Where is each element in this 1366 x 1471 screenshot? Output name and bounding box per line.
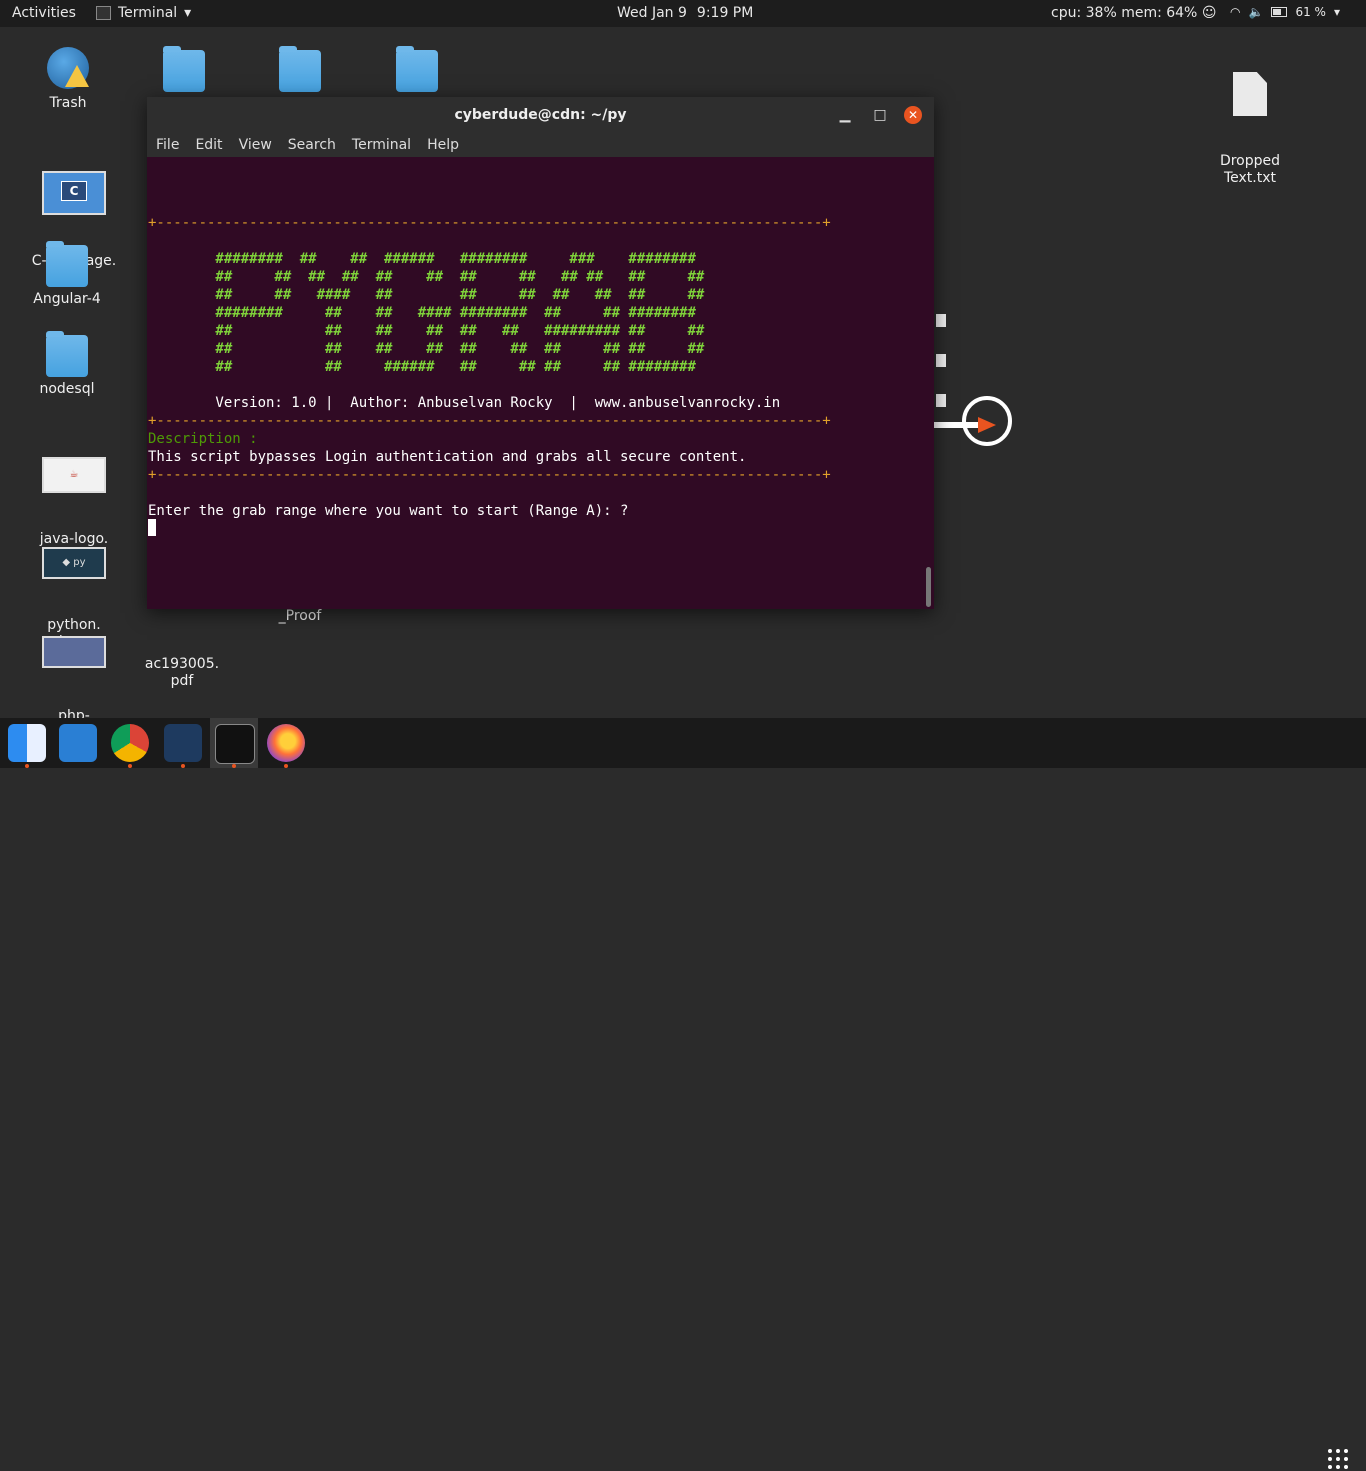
- folder-icon: [279, 46, 321, 92]
- running-indicator: [181, 764, 185, 768]
- folder-icon: [396, 46, 438, 92]
- window-titlebar[interactable]: cyberdude@cdn: ~/py ▁ □ ✕: [147, 97, 934, 133]
- banner-line: ## ## #### ## ## ## ## ## ## ##: [148, 287, 705, 303]
- input-prompt: Enter the grab range where you want to s…: [148, 503, 629, 519]
- time-text: 9:19 PM: [696, 5, 754, 21]
- php-logo-icon: [42, 636, 106, 668]
- chrome-icon[interactable]: [111, 724, 149, 762]
- desktop-icon-angular[interactable]: Angular-4: [30, 241, 104, 308]
- image-thumbnail-icon: C: [42, 171, 106, 215]
- running-indicator: [284, 764, 288, 768]
- firefox-icon[interactable]: [267, 724, 305, 762]
- desktop-icon-label: Angular-4: [33, 291, 101, 307]
- system-monitor[interactable]: cpu: 38% mem: 64% ☺: [1051, 5, 1216, 21]
- desktop-icon-dropped-text[interactable]: Dropped Text.txt: [1210, 38, 1290, 204]
- desktop-icon-label: Trash: [49, 95, 87, 111]
- battery-icon: [1271, 7, 1288, 17]
- top-bar: Activities Terminal ▾ Wed Jan 9 9:19 PM c…: [0, 0, 1366, 27]
- python-logo-icon: ◆ py: [42, 547, 106, 579]
- window-menubar: File Edit View Search Terminal Help: [147, 133, 934, 157]
- terminal-icon: [96, 6, 111, 20]
- chevron-down-icon: ▾: [1333, 5, 1340, 19]
- chevron-down-icon: ▾: [184, 5, 192, 21]
- vscode-icon[interactable]: [164, 724, 202, 762]
- trash-icon: [47, 47, 89, 89]
- terminal-window[interactable]: cyberdude@cdn: ~/py ▁ □ ✕ File Edit View…: [147, 97, 934, 609]
- menu-help[interactable]: Help: [427, 133, 459, 157]
- overlay-marker: [936, 314, 946, 327]
- menu-view[interactable]: View: [239, 133, 272, 157]
- desktop-icon-label: nodesql: [39, 381, 95, 397]
- border-line: +---------------------------------------…: [148, 215, 831, 231]
- mysql-workbench-icon[interactable]: [59, 724, 97, 762]
- running-indicator: [128, 764, 132, 768]
- close-button[interactable]: ✕: [904, 106, 922, 124]
- desktop-icon-label: Dropped Text.txt: [1219, 153, 1281, 186]
- finder-icon[interactable]: [8, 724, 46, 762]
- desktop-icon-proof[interactable]: _Proof: [270, 608, 330, 625]
- scrollbar[interactable]: [926, 567, 931, 607]
- folder-icon: [163, 46, 205, 92]
- running-indicator: [25, 764, 29, 768]
- menu-search[interactable]: Search: [288, 133, 336, 157]
- terminal-icon[interactable]: [215, 724, 255, 764]
- menu-file[interactable]: File: [156, 133, 179, 157]
- window-title: cyberdude@cdn: ~/py: [454, 107, 627, 123]
- banner-line: ## ## ###### ## ## ## ## ########: [148, 359, 696, 375]
- desktop-icon-nodesql[interactable]: nodesql: [30, 331, 104, 398]
- terminal-output[interactable]: +---------------------------------------…: [147, 157, 934, 609]
- border-line: +---------------------------------------…: [148, 467, 831, 483]
- banner-line: ## ## ## ## ## ## ## ## ## ## ## ##: [148, 269, 705, 285]
- banner-line: ######## ## ## #### ######## ## ## #####…: [148, 305, 696, 321]
- show-applications-icon[interactable]: [1328, 1449, 1350, 1471]
- text-cursor: [148, 519, 156, 536]
- desktop-icon-pdf[interactable]: ac193005. pdf: [138, 622, 226, 707]
- app-menu-label: Terminal: [118, 5, 178, 21]
- desktop-icon-label: _Proof: [278, 608, 322, 624]
- description-text: This script bypasses Login authenticatio…: [148, 449, 747, 465]
- overlay-marker: [936, 354, 946, 367]
- folder-icon: [46, 331, 88, 377]
- system-tray[interactable]: ◠ 🔈 61 % ▾: [1230, 5, 1340, 19]
- description-label: Description :: [148, 431, 258, 447]
- volume-icon: 🔈: [1248, 5, 1264, 19]
- minimize-button[interactable]: ▁: [836, 106, 854, 124]
- dock: [0, 718, 1366, 1469]
- java-logo-icon: ☕: [42, 457, 106, 493]
- menu-terminal[interactable]: Terminal: [352, 133, 411, 157]
- desktop-folder[interactable]: [163, 46, 205, 92]
- banner-line: ## ## ## ## ## ## ## ## ## ##: [148, 341, 705, 357]
- version-line: Version: 1.0 | Author: Anbuselvan Rocky …: [148, 395, 781, 411]
- banner-line: ## ## ## ## ## ## ######### ## ##: [148, 323, 705, 339]
- desktop-folder[interactable]: [279, 46, 321, 92]
- app-menu[interactable]: Terminal ▾: [96, 5, 191, 21]
- banner-line: ######## ## ## ###### ######## ### #####…: [148, 251, 696, 267]
- running-indicator: [232, 764, 236, 768]
- menu-edit[interactable]: Edit: [195, 133, 222, 157]
- border-line: +---------------------------------------…: [148, 413, 831, 429]
- exit-arrow-icon: [978, 417, 996, 433]
- text-file-icon: [1233, 72, 1267, 116]
- desktop-folder[interactable]: [396, 46, 438, 92]
- activities-button[interactable]: Activities: [12, 5, 76, 21]
- desktop-icon-trash[interactable]: Trash: [38, 47, 98, 112]
- folder-icon: [46, 241, 88, 287]
- overlay-marker: [936, 394, 946, 407]
- battery-level: 61 %: [1295, 5, 1326, 19]
- maximize-button[interactable]: □: [871, 106, 889, 124]
- desktop-icon-label: ac193005. pdf: [144, 656, 220, 689]
- date-text: Wed Jan 9: [617, 5, 687, 21]
- clock[interactable]: Wed Jan 9 9:19 PM: [617, 5, 753, 21]
- wifi-icon: ◠: [1230, 5, 1241, 19]
